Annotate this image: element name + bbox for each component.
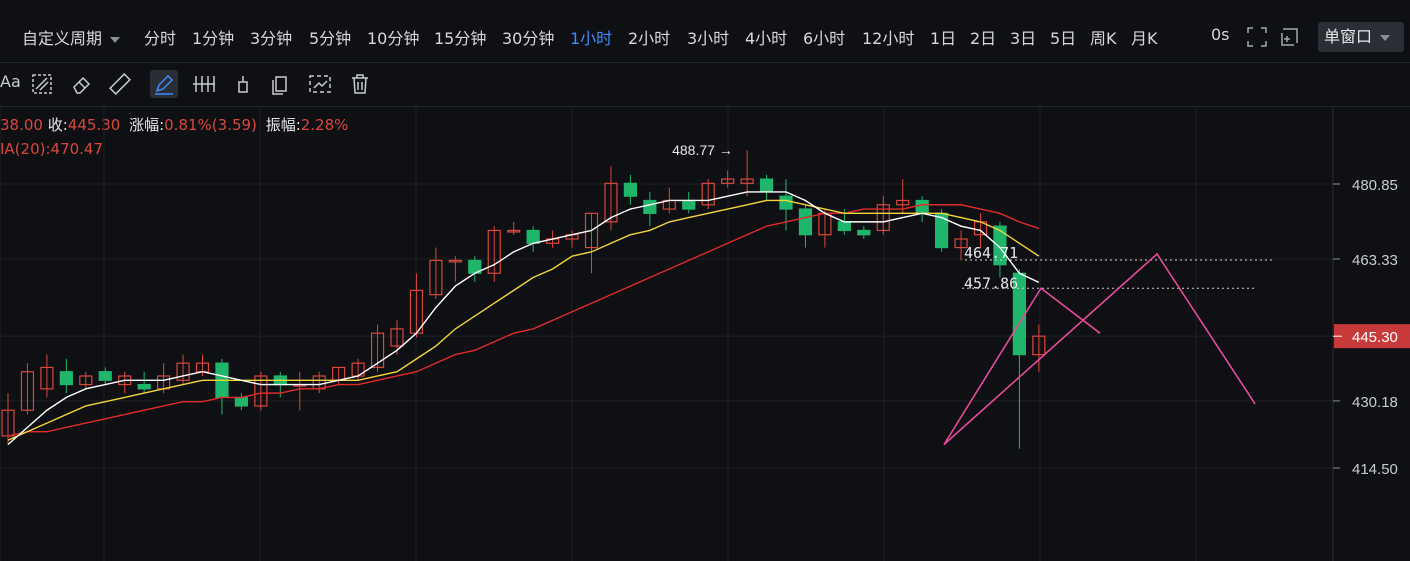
custom-period-label: 自定义周期 bbox=[22, 29, 103, 48]
candle-body bbox=[682, 199, 696, 210]
period-tab-7[interactable]: 1小时 bbox=[570, 25, 612, 49]
current-price-label: 445.30 bbox=[1352, 329, 1398, 346]
y-tick-label: 463.33 bbox=[1352, 252, 1398, 269]
period-tab-15[interactable]: 3日 bbox=[1010, 25, 1036, 49]
period-tab-16[interactable]: 5日 bbox=[1050, 25, 1076, 49]
candle-body bbox=[137, 383, 151, 390]
candle-body bbox=[915, 199, 929, 214]
period-toolbar: 自定义周期 分时 1分钟 3分钟 5分钟 10分钟 15分钟 30分钟 1小时 2小时 3小时 4小… bbox=[0, 0, 1410, 63]
pattern-tool-icon[interactable] bbox=[28, 70, 56, 98]
candle-body bbox=[837, 221, 851, 232]
period-tab-2[interactable]: 3分钟 bbox=[250, 25, 292, 49]
candle-body bbox=[857, 229, 871, 236]
candle-body bbox=[934, 212, 949, 249]
ma5-value-label: 457.86 bbox=[964, 274, 1018, 292]
ruler-icon[interactable] bbox=[106, 70, 134, 98]
candle-body bbox=[59, 371, 73, 386]
chevron-down-icon bbox=[1380, 34, 1391, 41]
trash-icon[interactable] bbox=[346, 70, 374, 98]
countdown: 0s bbox=[1211, 25, 1230, 44]
y-tick-label: 430.18 bbox=[1352, 394, 1398, 411]
custom-period-dropdown[interactable]: 自定义周期 bbox=[22, 25, 121, 49]
period-tab-18[interactable]: 月K bbox=[1131, 25, 1158, 49]
chevron-down-icon bbox=[110, 36, 121, 43]
candle-body bbox=[234, 396, 248, 407]
candle-body bbox=[759, 178, 774, 193]
candlestick-chart[interactable]: 480.85 463.33 445.30 430.18 414.50 488.77 → 46… bbox=[0, 106, 1410, 561]
period-tab-8[interactable]: 2小时 bbox=[628, 25, 670, 49]
candle-body bbox=[643, 199, 657, 214]
period-tab-13[interactable]: 1日 bbox=[930, 25, 956, 49]
parallel-lines-icon[interactable] bbox=[190, 70, 218, 98]
window-mode-label: 单窗口 bbox=[1324, 27, 1373, 46]
window-mode-dropdown[interactable]: 单窗口 bbox=[1318, 22, 1404, 52]
period-tab-0[interactable]: 分时 bbox=[144, 25, 176, 49]
period-tab-1[interactable]: 1分钟 bbox=[192, 25, 234, 49]
candle-body bbox=[526, 229, 540, 244]
period-tab-9[interactable]: 3小时 bbox=[687, 25, 729, 49]
copy-icon[interactable] bbox=[267, 70, 295, 98]
pin-icon[interactable] bbox=[229, 70, 257, 98]
candle-body bbox=[623, 182, 638, 197]
candle-body bbox=[98, 371, 112, 381]
period-tab-17[interactable]: 周K bbox=[1090, 25, 1117, 49]
period-tab-5[interactable]: 15分钟 bbox=[434, 25, 486, 49]
period-tab-4[interactable]: 10分钟 bbox=[367, 25, 419, 49]
fullscreen-icon[interactable] bbox=[1247, 27, 1267, 47]
candle-body bbox=[798, 208, 813, 236]
text-tool-icon[interactable]: Aa bbox=[0, 72, 21, 91]
period-tab-12[interactable]: 12小时 bbox=[862, 25, 914, 49]
period-tab-14[interactable]: 2日 bbox=[970, 25, 996, 49]
period-tab-3[interactable]: 5分钟 bbox=[309, 25, 351, 49]
y-tick-label: 480.85 bbox=[1352, 177, 1398, 194]
measure-icon[interactable] bbox=[306, 70, 334, 98]
y-tick-label: 414.50 bbox=[1352, 461, 1398, 478]
period-tab-11[interactable]: 6小时 bbox=[803, 25, 845, 49]
eraser-icon[interactable] bbox=[68, 70, 96, 98]
add-window-icon[interactable] bbox=[1280, 27, 1300, 47]
candle-body bbox=[779, 195, 793, 210]
pen-icon[interactable] bbox=[150, 70, 178, 98]
drawing-toolbar: Aa bbox=[0, 62, 1410, 107]
high-price-label: 488.77 → bbox=[672, 142, 733, 158]
period-tab-6[interactable]: 30分钟 bbox=[502, 25, 554, 49]
period-tab-10[interactable]: 4小时 bbox=[745, 25, 787, 49]
ma20-value-label: 464.71 bbox=[964, 244, 1018, 262]
